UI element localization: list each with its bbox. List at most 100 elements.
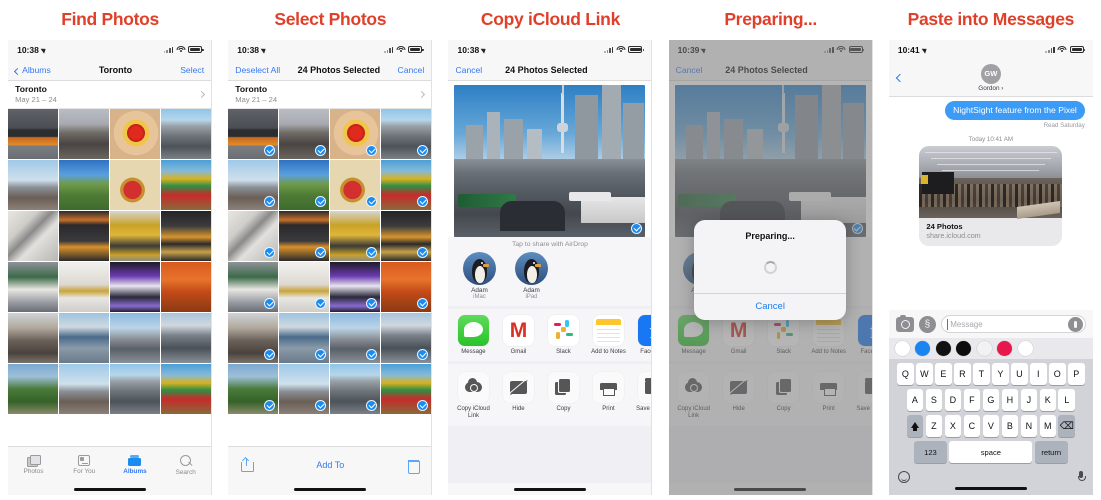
photo-thumbnail[interactable] [59, 313, 109, 364]
music-memoji-icon[interactable] [956, 341, 972, 356]
album-header-row[interactable]: Toronto May 21 – 24 [228, 81, 432, 109]
numbers-key[interactable]: 123 [913, 441, 947, 463]
key-x[interactable]: X [944, 415, 962, 437]
contact-header[interactable]: GW Gordon › [889, 63, 1093, 92]
key-a[interactable]: A [906, 389, 924, 411]
photo-thumbnail[interactable] [330, 211, 381, 261]
photo-thumbnail[interactable] [161, 313, 212, 364]
key-d[interactable]: D [944, 389, 962, 411]
photo-thumbnail[interactable] [161, 211, 212, 261]
memoji-icon[interactable] [976, 341, 992, 356]
photo-thumbnail[interactable] [8, 160, 58, 210]
photo-thumbnail[interactable] [8, 364, 58, 415]
photo-thumbnail[interactable] [228, 262, 279, 312]
share-app-slack[interactable]: Slack [545, 315, 581, 356]
photo-thumbnail[interactable] [279, 160, 330, 210]
photo-thumbnail[interactable] [279, 109, 330, 159]
photo-thumbnail[interactable] [8, 211, 58, 261]
photo-thumbnail[interactable] [8, 313, 58, 364]
photo-thumbnail[interactable] [8, 109, 58, 159]
key-m[interactable]: M [1039, 415, 1057, 437]
key-o[interactable]: O [1048, 363, 1066, 385]
key-i[interactable]: I [1030, 363, 1047, 385]
photo-thumbnail[interactable] [110, 262, 161, 312]
action-hide[interactable]: Hide [500, 371, 536, 420]
apple-music-icon[interactable] [1017, 341, 1033, 356]
photo-thumbnail[interactable] [330, 262, 381, 312]
photo-thumbnail[interactable] [8, 262, 58, 312]
photo-thumbnail[interactable] [228, 364, 279, 415]
camera-icon[interactable] [895, 314, 914, 332]
key-l[interactable]: L [1058, 389, 1076, 411]
tab-for-you[interactable]: For You [59, 455, 110, 475]
photo-thumbnail[interactable] [110, 313, 161, 364]
photo-thumbnail[interactable] [161, 109, 212, 159]
key-q[interactable]: Q [897, 363, 914, 385]
hero-photo-toronto-skyline[interactable] [454, 85, 646, 237]
trash-icon[interactable] [407, 459, 421, 474]
deselect-all-button[interactable]: Deselect All [235, 65, 280, 75]
space-key[interactable]: space [949, 441, 1033, 463]
back-to-albums-button[interactable]: Albums [14, 65, 51, 75]
photo-thumbnail[interactable] [381, 109, 432, 159]
photo-thumbnail[interactable] [381, 262, 432, 312]
share-app-facebook[interactable]: Facebook [635, 315, 652, 356]
key-e[interactable]: E [935, 363, 952, 385]
photo-thumbnail[interactable] [279, 364, 330, 415]
microphone-icon[interactable] [1067, 316, 1083, 332]
add-to-button[interactable]: Add To [316, 460, 344, 470]
photo-thumbnail[interactable] [228, 109, 279, 159]
photo-thumbnail[interactable] [330, 364, 381, 415]
key-n[interactable]: N [1020, 415, 1038, 437]
tab-albums[interactable]: Albums [110, 455, 161, 475]
action-copy[interactable]: Copy [545, 371, 581, 420]
tab-search[interactable]: Search [160, 454, 211, 476]
message-input[interactable]: Message [940, 315, 1086, 333]
photo-thumbnail[interactable] [381, 313, 432, 364]
key-r[interactable]: R [954, 363, 971, 385]
photo-thumbnail[interactable] [59, 109, 109, 159]
share-icon[interactable] [241, 456, 255, 472]
photo-thumbnail[interactable] [330, 313, 381, 364]
key-f[interactable]: F [963, 389, 981, 411]
share-app-message[interactable]: Message [455, 315, 491, 356]
photo-thumbnail[interactable] [59, 364, 109, 415]
return-key[interactable]: return [1034, 441, 1068, 463]
airdrop-target-imac[interactable]: Adam iMac [459, 252, 499, 300]
photo-thumbnail[interactable] [381, 364, 432, 415]
photo-thumbnail[interactable] [161, 160, 212, 210]
key-h[interactable]: H [1001, 389, 1019, 411]
delete-key[interactable] [1058, 415, 1076, 437]
photo-thumbnail[interactable] [228, 160, 279, 210]
key-j[interactable]: J [1020, 389, 1038, 411]
action-save-to-files[interactable]: Save to Files [635, 371, 652, 420]
photo-thumbnail[interactable] [161, 364, 212, 415]
photo-thumbnail[interactable] [110, 364, 161, 415]
photo-thumbnail[interactable] [279, 211, 330, 261]
select-button[interactable]: Select [180, 65, 204, 75]
key-g[interactable]: G [982, 389, 1000, 411]
key-u[interactable]: U [1011, 363, 1028, 385]
dialog-cancel-button[interactable]: Cancel [694, 294, 846, 320]
app-store-icon[interactable] [915, 341, 931, 356]
cancel-button[interactable]: Cancel [398, 65, 425, 75]
key-z[interactable]: Z [925, 415, 943, 437]
action-print[interactable]: Print [590, 371, 626, 420]
shift-key[interactable] [906, 415, 924, 437]
airdrop-target-ipad[interactable]: Adam iPad [511, 252, 551, 300]
key-w[interactable]: W [916, 363, 933, 385]
photo-thumbnail[interactable] [228, 211, 279, 261]
app-store-icon[interactable]: § [918, 315, 936, 333]
share-app-gmail[interactable]: Gmail [500, 315, 536, 356]
key-t[interactable]: T [973, 363, 990, 385]
key-y[interactable]: Y [992, 363, 1009, 385]
key-b[interactable]: B [1001, 415, 1019, 437]
key-p[interactable]: P [1067, 363, 1085, 385]
images-search-icon[interactable] [997, 341, 1013, 356]
photo-thumbnail[interactable] [161, 262, 212, 312]
key-v[interactable]: V [982, 415, 1000, 437]
photos-app-icon[interactable] [894, 341, 910, 356]
photo-thumbnail[interactable] [228, 313, 279, 364]
photo-thumbnail[interactable] [330, 160, 381, 210]
photo-thumbnail[interactable] [330, 109, 381, 159]
